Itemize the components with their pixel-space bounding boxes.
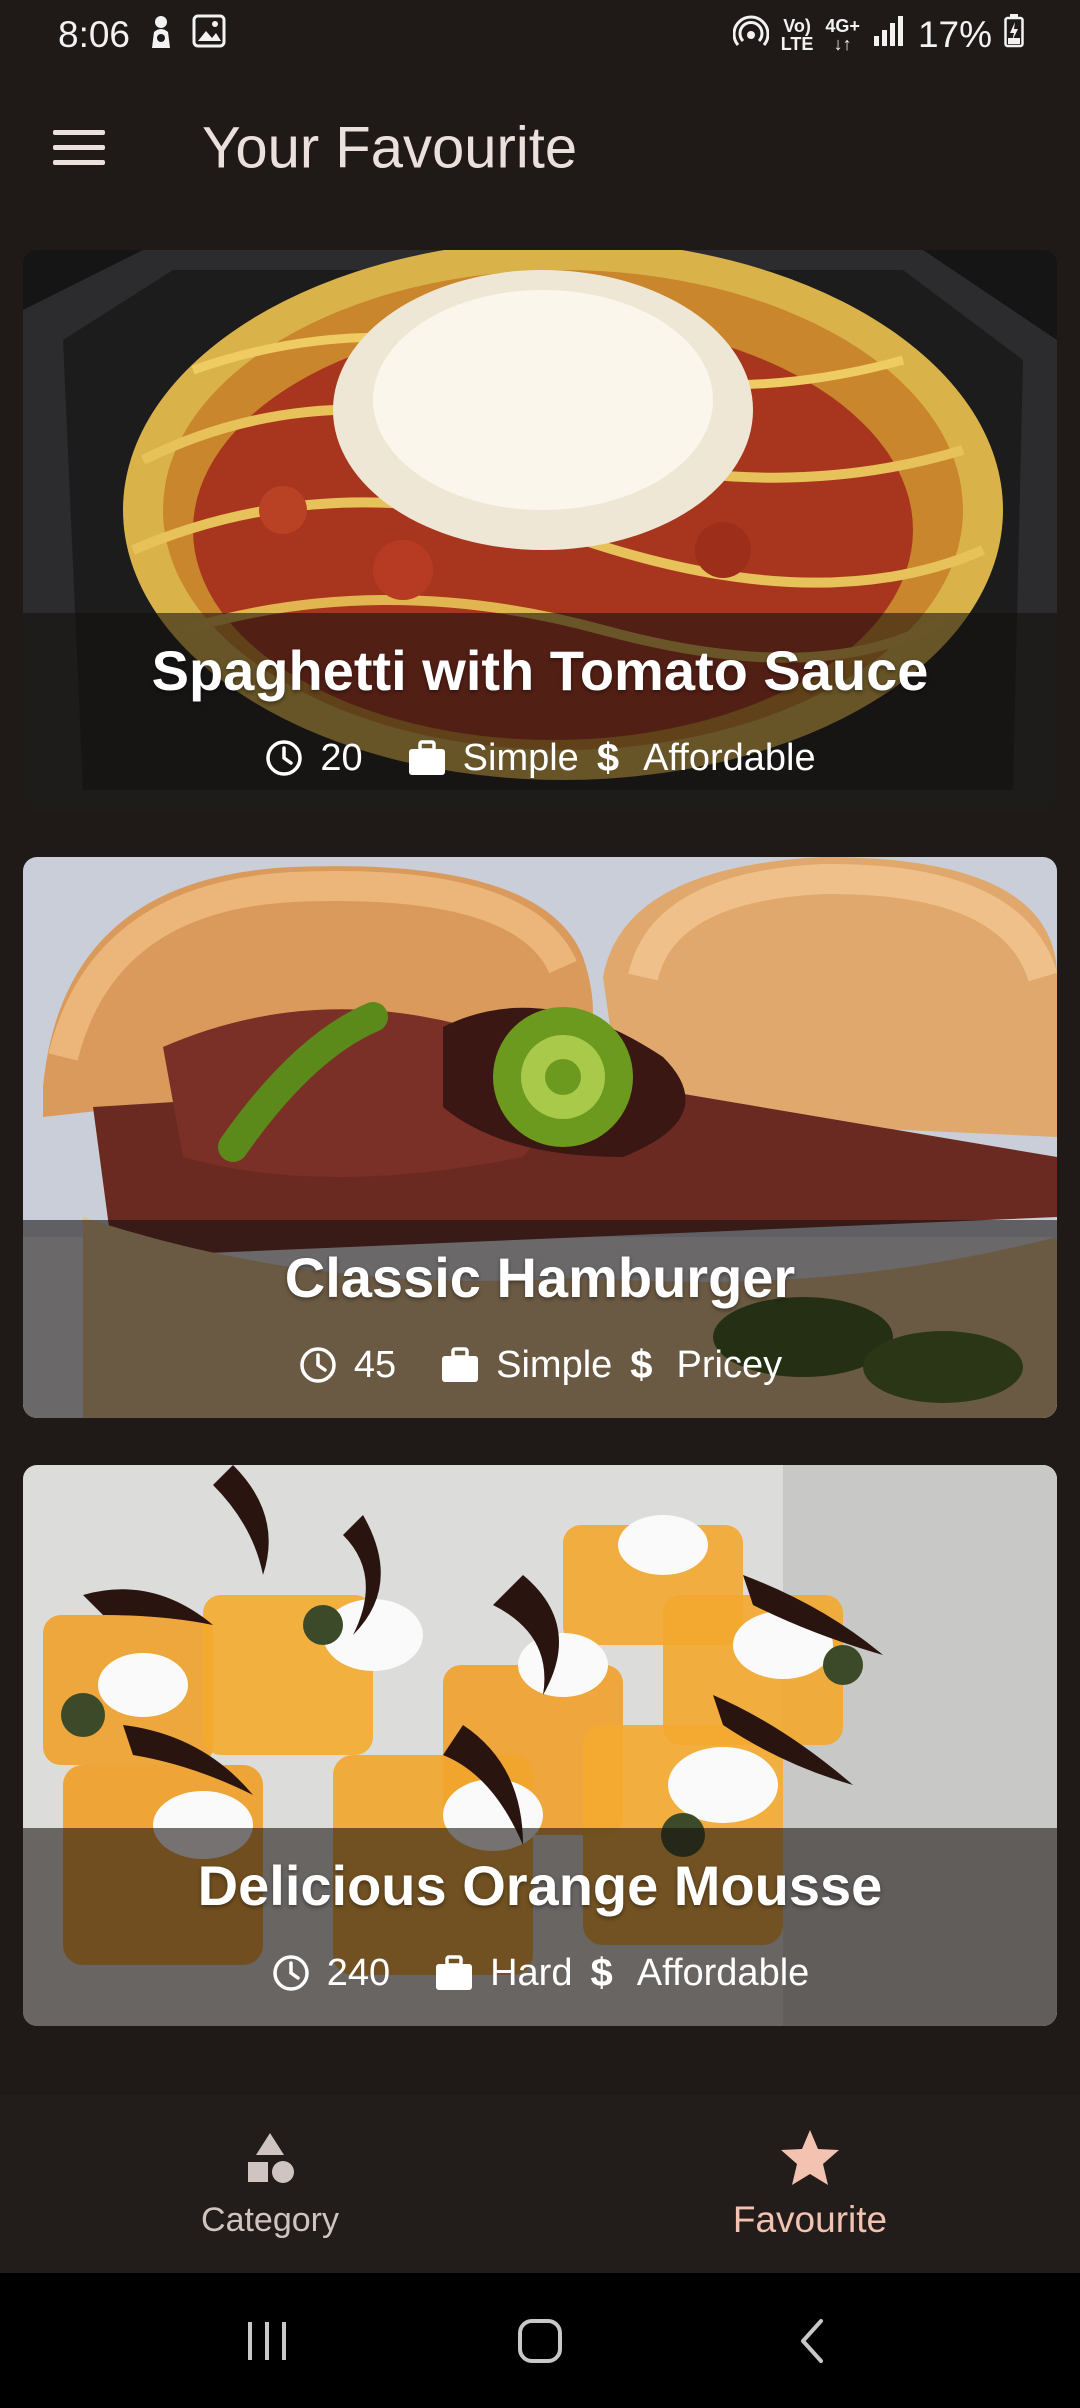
nav-label-favourite: Favourite — [732, 2199, 888, 2240]
meal-title: Classic Hamburger — [284, 1246, 796, 1309]
notification-app-icon — [146, 14, 176, 57]
volte-indicator: Vo) LTE — [781, 17, 814, 53]
status-time: 8:06 — [58, 14, 131, 55]
battery-charging-icon — [1004, 13, 1024, 57]
duration-value: 240 — [326, 1951, 391, 1994]
volte-bottom-text: LTE — [780, 34, 814, 54]
complexity-info: Hard — [434, 1952, 572, 1995]
status-bar: 8:06 Vo) LTE 4G+ ↓↑ 17% — [0, 0, 1080, 70]
menu-button[interactable] — [40, 109, 118, 187]
battery-percent: 17% — [917, 14, 992, 55]
network-type-text: 4G+ — [825, 16, 860, 36]
meal-card-spaghetti[interactable]: Spaghetti with Tomato Sauce 20 Simple $ … — [23, 250, 1057, 811]
duration-info: 45 — [298, 1344, 396, 1387]
nav-item-favourite[interactable]: Favourite — [540, 2095, 1080, 2273]
duration-info: 240 — [271, 1952, 390, 1995]
clock-icon — [272, 1955, 309, 1991]
affordability-info: $ Affordable — [572, 1951, 809, 1996]
affordability-info: $ Pricey — [612, 1343, 782, 1388]
menu-icon-line — [53, 130, 105, 135]
meal-meta: 45 Simple $ Pricey — [23, 1334, 1057, 1396]
status-left: 8:06 — [58, 14, 226, 57]
hotspot-icon — [732, 13, 770, 58]
clock-icon — [300, 1347, 336, 1383]
affordability-value: Affordable — [643, 736, 816, 779]
volte-top-text: Vo) — [783, 16, 811, 36]
recent-apps-icon — [247, 2321, 286, 2360]
meal-meta: 20 Simple $ Affordable — [23, 727, 1057, 789]
page-title: Your Favourite — [202, 115, 578, 180]
meal-meta: 240 Hard $ Affordable — [23, 1942, 1057, 2004]
affordability-info: $ Affordable — [579, 736, 816, 781]
complexity-info: Simple — [440, 1344, 612, 1387]
star-icon — [781, 2130, 839, 2185]
app-bar: Your Favourite — [0, 70, 1080, 225]
recent-apps-button[interactable] — [222, 2296, 312, 2386]
network-indicator: 4G+ ↓↑ — [825, 17, 860, 53]
meal-card-orange-mousse[interactable]: Delicious Orange Mousse 240 Hard $ Affor… — [23, 1465, 1057, 2026]
briefcase-icon — [408, 740, 445, 775]
meal-title: Delicious Orange Mousse — [197, 1854, 883, 1917]
meal-title: Spaghetti with Tomato Sauce — [151, 639, 929, 702]
app-screen: 8:06 Vo) LTE 4G+ ↓↑ 17% Your Favourite S… — [0, 0, 1080, 2408]
nav-item-category[interactable]: Category — [0, 2095, 540, 2273]
dollar-icon: $ — [590, 1950, 613, 1995]
briefcase-icon — [436, 1955, 473, 1990]
category-icon — [248, 2132, 294, 2183]
dollar-icon: $ — [630, 1342, 653, 1387]
complexity-value: Simple — [462, 736, 579, 779]
status-right: Vo) LTE 4G+ ↓↑ 17% — [732, 13, 1024, 58]
system-navigation-bar — [0, 2273, 1080, 2408]
duration-value: 45 — [353, 1343, 397, 1386]
meal-card-hamburger[interactable]: Classic Hamburger 45 Simple $ Pricey — [23, 857, 1057, 1418]
bottom-navigation: Category Favourite — [0, 2095, 1080, 2273]
menu-icon-line — [53, 160, 105, 165]
complexity-value: Hard — [490, 1951, 573, 1994]
back-button[interactable] — [768, 2296, 858, 2386]
back-icon — [801, 2318, 824, 2363]
affordability-value: Pricey — [676, 1343, 783, 1386]
signal-icon — [872, 14, 906, 57]
menu-icon-line — [53, 145, 105, 150]
clock-icon — [266, 740, 303, 776]
data-arrows-icon: ↓↑ — [833, 34, 852, 54]
duration-info: 20 — [264, 736, 363, 780]
briefcase-icon — [442, 1347, 479, 1382]
dollar-icon: $ — [596, 735, 620, 780]
home-icon — [517, 2318, 562, 2363]
duration-value: 20 — [320, 736, 363, 779]
affordability-value: Affordable — [636, 1951, 810, 1994]
gallery-icon — [192, 14, 226, 57]
home-button[interactable] — [495, 2296, 585, 2386]
nav-label-category: Category — [201, 2200, 339, 2239]
complexity-info: Simple — [407, 737, 579, 780]
complexity-value: Simple — [496, 1343, 613, 1386]
